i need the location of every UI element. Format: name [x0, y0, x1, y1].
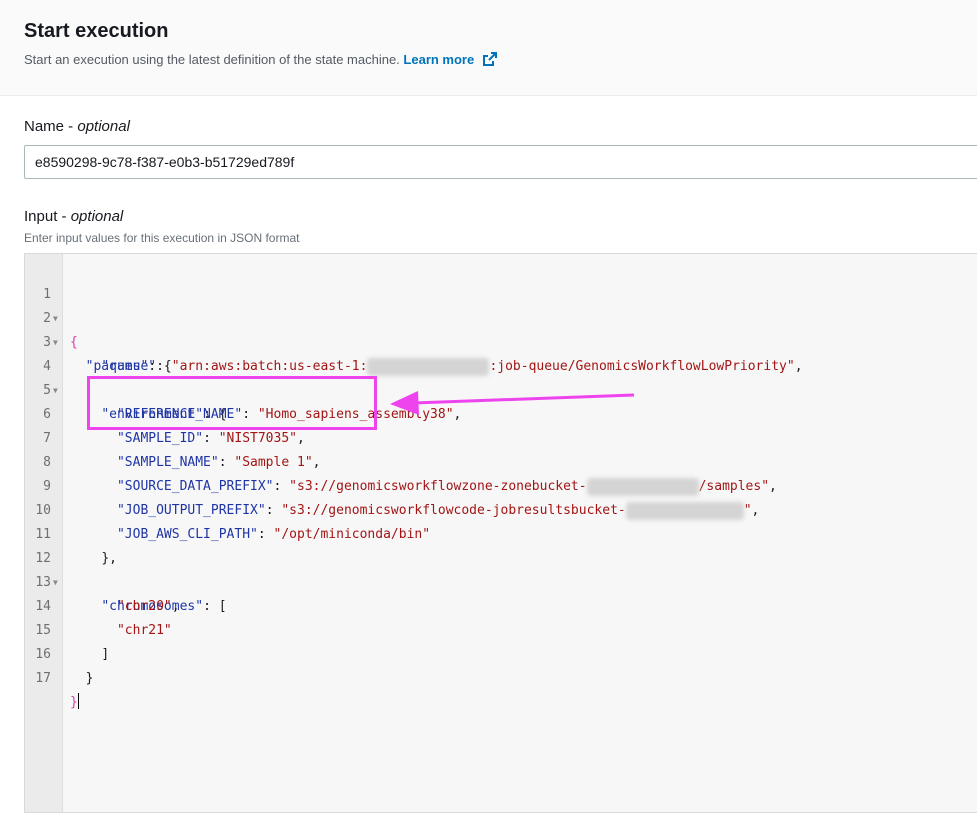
- page-subtitle: Start an execution using the latest defi…: [24, 51, 498, 70]
- annotation-highlight-box: [87, 376, 377, 430]
- execution-name-input[interactable]: [24, 145, 977, 179]
- json-punct: },: [101, 551, 117, 566]
- json-punct: ,: [794, 359, 803, 374]
- subtitle-text: Start an execution using the latest defi…: [24, 52, 400, 67]
- external-link-icon: [482, 51, 498, 70]
- name-field-label: Name - optional: [24, 118, 130, 135]
- json-punct: :: [218, 455, 235, 470]
- redacted-account-id: [367, 357, 490, 376]
- code-line: 2 ▼ "params": {: [25, 283, 172, 374]
- json-string: ": [743, 503, 752, 518]
- json-key: "SAMPLE_ID": [116, 431, 204, 446]
- input-optional-text: optional: [70, 208, 124, 225]
- annotation-arrow-icon: [390, 391, 635, 415]
- code-line: 10 "JOB_AWS_CLI_PATH": "/opt/miniconda/b…: [25, 475, 430, 542]
- json-string: "Sample 1": [234, 455, 313, 470]
- json-punct: :: [156, 359, 172, 374]
- json-string: "chr20": [116, 599, 172, 614]
- code-line: 15 ]: [25, 595, 109, 662]
- json-punct: :: [257, 527, 274, 542]
- json-punct: ,: [769, 479, 777, 494]
- json-punct: ,: [751, 503, 760, 518]
- redacted-bucket-suffix: [586, 477, 699, 496]
- json-string: "chr21": [116, 623, 172, 638]
- json-string: "s3://genomicsworkflowzone-zonebucket-: [289, 479, 587, 494]
- json-punct: :: [203, 431, 219, 446]
- json-punct: :: [265, 503, 282, 518]
- code-line: 6 "SAMPLE_ID": "NIST7035",: [25, 379, 305, 446]
- json-string: /samples": [698, 479, 770, 494]
- code-line: 14 "chr21": [25, 571, 171, 638]
- page-header: Start execution Start an execution using…: [0, 0, 977, 96]
- learn-more-label: Learn more: [403, 52, 475, 67]
- json-punct: ,: [297, 431, 305, 446]
- code-line: 12 ▼ "chromosomes": [: [25, 523, 226, 614]
- code-line: 5 "REFERENCE_NAME": "Homo_sapiens_assemb…: [25, 355, 461, 422]
- code-line: 16 }: [25, 619, 93, 686]
- code-line: 1 ▼ {: [25, 259, 78, 350]
- code-line: 13 "chr20",: [25, 547, 179, 614]
- json-key: "JOB_OUTPUT_PREFIX": [116, 503, 266, 518]
- json-key: "SAMPLE_NAME": [116, 455, 219, 470]
- json-punct: ,: [312, 455, 321, 470]
- input-label-text: Input: [24, 208, 58, 225]
- code-line: 11 },: [25, 499, 117, 566]
- learn-more-link[interactable]: Learn more: [403, 52, 497, 67]
- code-line: 7 "SAMPLE_NAME": "Sample 1",: [25, 403, 320, 470]
- json-brace: }: [70, 695, 78, 710]
- json-input-editor[interactable]: 1 ▼ { 2 ▼ "params": { 3 "queue": "arn:aw…: [24, 253, 977, 813]
- redacted-bucket-suffix: [625, 501, 744, 520]
- json-string: :job-queue/GenomicsWorkflowLowPriority": [489, 359, 795, 374]
- name-label-text: Name: [24, 118, 65, 135]
- code-line: 9 "JOB_OUTPUT_PREFIX": "s3://genomicswor…: [25, 451, 759, 520]
- json-string: "arn:aws:batch:us-east-1:: [171, 359, 368, 374]
- json-punct: ]: [101, 647, 110, 662]
- code-line: 17 }: [25, 643, 79, 710]
- json-string: "NIST7035": [218, 431, 297, 446]
- json-punct: }: [85, 671, 94, 686]
- json-string: "s3://genomicsworkflowcode-jobresultsbuc…: [281, 503, 626, 518]
- code-line: 4 ▼ "environment": {: [25, 331, 226, 422]
- json-string: "/opt/miniconda/bin": [273, 527, 431, 542]
- json-key: "JOB_AWS_CLI_PATH": [116, 527, 258, 542]
- code-line: 3 "queue": "arn:aws:batch:us-east-1::job…: [25, 307, 803, 376]
- text-cursor: [77, 693, 79, 709]
- name-optional-text: optional: [77, 118, 130, 135]
- json-punct: ,: [171, 599, 180, 614]
- input-field-label: Input - optional: [24, 208, 124, 225]
- line-number: 17: [35, 671, 51, 686]
- page-title: Start execution: [24, 20, 169, 42]
- json-punct: : [: [203, 599, 227, 614]
- json-key: "SOURCE_DATA_PREFIX": [116, 479, 274, 494]
- json-key: "queue": [101, 359, 157, 374]
- input-description: Enter input values for this execution in…: [24, 231, 300, 245]
- code-line: 8 "SOURCE_DATA_PREFIX": "s3://genomicswo…: [25, 427, 777, 496]
- json-punct: :: [273, 479, 290, 494]
- json-brace: {: [70, 335, 78, 350]
